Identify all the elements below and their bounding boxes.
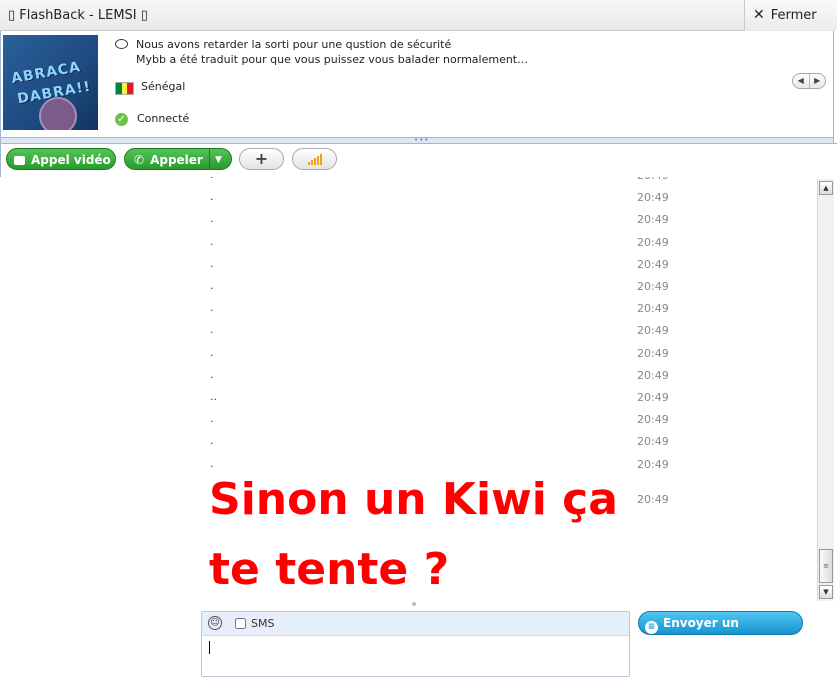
highlighted-message-time: 20:49 [637,493,669,506]
highlighted-message: Sinon un Kiwi ça te tente ? [209,474,618,595]
chat-message-time: 20:49 [637,191,669,204]
text-caret [209,641,210,654]
signal-strength-icon [307,153,322,165]
chat-message-time: 20:49 [637,347,669,360]
chat-message-text: . [210,190,214,203]
emoticon-icon[interactable]: ☺ [208,616,222,630]
chat-message-time: 20:49 [637,236,669,249]
mood-line-1: Nous avons retarder la sorti pour une qu… [136,38,452,51]
chat-message-text: . [210,412,214,425]
title-bar: ▯ FlashBack - LEMSI ▯ ✕ Fermer [0,0,837,31]
close-label: Fermer [770,8,817,23]
chat-scrollbar[interactable]: ▲ ≡ ▼ [817,179,834,601]
scrollbar-thumb[interactable]: ≡ [819,549,833,583]
chat-message-text: . [210,434,214,447]
mood-scroll-arrows[interactable]: ◀ ▶ [792,73,826,89]
chat-message-time: 20:49 [637,280,669,293]
call-button[interactable]: ✆ Appeler ▼ [124,148,232,170]
input-resize-handle[interactable] [412,602,416,606]
mood-line-2: Mybb a été traduit pour que vous puissez… [136,53,529,66]
call-button-divider [209,149,210,169]
chat-message-text: . [210,457,214,470]
status-label: Connecté [137,112,190,125]
send-message-button[interactable]: ≡ Envoyer un message [638,611,803,652]
chat-message-time: 20:49 [637,369,669,382]
sms-checkbox[interactable] [235,618,246,629]
chat-history[interactable]: Sinon un Kiwi ça te tente ? 20:49 . 20:49… [0,177,817,601]
chat-message-text: . [210,257,214,270]
chevron-down-icon[interactable]: ▼ [215,149,222,171]
arrow-left-icon[interactable]: ◀ [793,74,810,88]
chat-message-time: 20:49 [637,324,669,337]
chat-message-text: . [210,323,214,336]
input-toolbar: ☺ SMS [202,612,629,636]
message-input-box[interactable]: ☺ SMS [201,611,630,677]
scroll-down-icon[interactable]: ▼ [819,585,833,599]
add-button[interactable]: + [239,148,284,170]
chat-message-text: . [210,279,214,292]
contact-profile-panel: ABRACA DABRA!! Nous avons retarder la so… [0,31,834,138]
close-button[interactable]: ✕ Fermer [744,0,837,31]
title-left-glyph: ▯ [8,8,16,23]
arrow-right-icon[interactable]: ▶ [810,74,826,88]
avatar[interactable]: ABRACA DABRA!! [3,35,98,130]
plus-icon: + [254,149,269,168]
chat-bubble-icon: ≡ [645,621,658,634]
country-row: Sénégal [115,80,185,95]
title-right-glyph: ▯ [140,8,148,23]
chat-message-time: 20:49 [637,302,669,315]
mood-message-row: Nous avons retarder la sorti pour une qu… [115,37,528,67]
chat-message-time: 20:49 [637,413,669,426]
online-status-icon: ✓ [115,113,128,126]
chat-message-time: 20:49 [637,458,669,471]
sms-label: SMS [251,617,275,630]
chat-message-text: . [210,301,214,314]
chat-message-text: . [210,368,214,381]
video-camera-icon [14,156,25,165]
call-toolbar: Appel vidéo ✆ Appeler ▼ + [0,143,837,177]
call-label: Appeler [150,153,203,167]
window-title-text: FlashBack - LEMSI [19,8,137,23]
phone-icon: ✆ [134,153,145,167]
chat-message-time: 20:49 [637,177,669,182]
chat-message-text: . [210,235,214,248]
call-quality-button[interactable] [292,148,337,170]
status-row: ✓ Connecté [115,112,189,126]
speech-bubble-icon [115,39,128,49]
video-call-label: Appel vidéo [31,153,111,167]
close-icon: ✕ [753,7,765,23]
chat-message-time: 20:49 [637,258,669,271]
chat-message-text: . [210,346,214,359]
country-label: Sénégal [141,80,186,93]
chat-message-text: . [210,212,214,225]
window-title: ▯ FlashBack - LEMSI ▯ [8,8,148,23]
video-call-button[interactable]: Appel vidéo [6,148,116,170]
scroll-up-icon[interactable]: ▲ [819,181,833,195]
chat-message-time: 20:49 [637,213,669,226]
chat-message-time: 20:49 [637,391,669,404]
chat-message-text: . [210,177,214,181]
chat-message-text: .. [210,390,217,403]
chat-message-time: 20:49 [637,435,669,448]
senegal-flag-icon [115,82,134,95]
avatar-face [39,97,77,130]
